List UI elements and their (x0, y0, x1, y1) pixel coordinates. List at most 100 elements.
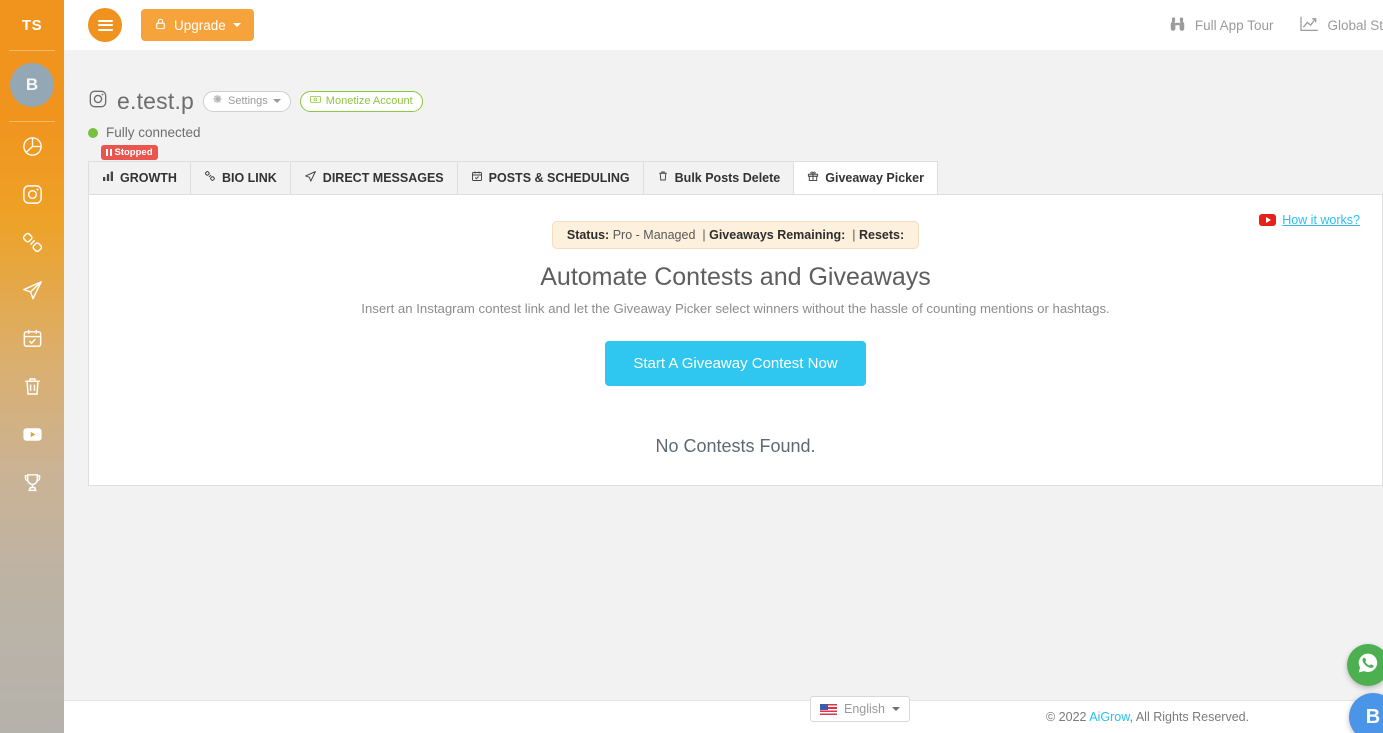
avatar-wrapper[interactable]: B (10, 51, 54, 121)
money-icon (309, 94, 321, 109)
page-title: Automate Contests and Giveaways (540, 263, 931, 291)
copyright-suffix: , All Rights Reserved. (1129, 710, 1250, 724)
resets-key: Resets: (858, 228, 905, 242)
tab-bar: Stopped GROWTH BIO LINK DIRECT MESSAGES … (88, 145, 1383, 194)
line-chart-icon (1299, 16, 1319, 35)
settings-button[interactable]: Settings (203, 90, 291, 113)
paper-plane-icon (21, 279, 44, 302)
empty-state-message: No Contests Found. (655, 436, 816, 456)
sidebar-item-bio-link[interactable] (0, 218, 64, 266)
whatsapp-icon (1356, 651, 1380, 680)
tab-posts-scheduling-label: POSTS & SCHEDULING (488, 170, 630, 185)
tab-bulk-posts-delete-label: Bulk Posts Delete (674, 170, 781, 185)
cta-wrapper: Start A Giveaway Contest Now (89, 341, 1382, 386)
paper-plane-icon (304, 170, 317, 186)
tab-growth[interactable]: Stopped GROWTH (88, 145, 190, 194)
top-bar: Upgrade Full App Tour Global St (64, 0, 1383, 50)
brand-initials: TS (21, 16, 43, 34)
sidebar-item-direct-messages[interactable] (0, 266, 64, 314)
chevron-down-icon (272, 99, 281, 104)
full-app-tour-label: Full App Tour (1194, 17, 1274, 33)
connection-status-label: Fully connected (106, 125, 201, 140)
global-stats-label: Global St (1327, 17, 1383, 33)
calendar-check-icon (471, 170, 483, 185)
link-chain-icon (204, 170, 216, 185)
status-badge-label: Stopped (114, 147, 153, 158)
tab-giveaway-picker-label: Giveaway Picker (825, 170, 924, 185)
avatar[interactable]: B (10, 63, 54, 107)
binoculars-icon (1168, 15, 1187, 36)
footer: English © 2022 AiGrow, All Rights Reserv… (64, 696, 1383, 733)
start-giveaway-contest-button[interactable]: Start A Giveaway Contest Now (605, 341, 866, 386)
upgrade-label: Upgrade (174, 17, 226, 33)
tab-bio-link-label: BIO LINK (221, 170, 277, 185)
lock-icon (154, 17, 167, 34)
link-chain-icon (21, 231, 44, 254)
plan-status-bar: Status: Pro - Managed | Giveaways Remain… (551, 221, 920, 249)
status-separator-2: | (852, 228, 856, 242)
account-header: e.test.p Settings Monetize Account Fully… (64, 50, 1383, 140)
trash-icon (21, 375, 44, 398)
giveaways-remaining-key: Giveaways Remaining: (709, 228, 846, 242)
monetize-label: Monetize Account (325, 94, 413, 107)
tab-growth-label: GROWTH (120, 170, 177, 185)
bar-chart-icon (102, 170, 114, 185)
status-pill-wrapper: Status: Pro - Managed | Giveaways Remain… (89, 221, 1382, 249)
trophy-icon (21, 471, 44, 494)
sidebar-nav (0, 122, 64, 506)
instagram-icon (88, 89, 108, 114)
global-stats-link[interactable]: Global St (1299, 16, 1383, 35)
page-subtitle: Insert an Instagram contest link and let… (361, 301, 1110, 316)
language-label: English (844, 702, 885, 716)
account-title-row: e.test.p Settings Monetize Account (88, 88, 1383, 115)
full-app-tour-link[interactable]: Full App Tour (1168, 15, 1274, 36)
connection-status: Fully connected (88, 125, 1383, 140)
sidebar: TS B (0, 0, 64, 733)
sidebar-item-bulk-delete[interactable] (0, 362, 64, 410)
pause-icon (106, 149, 112, 156)
copyright-prefix: © 2022 (1046, 710, 1087, 724)
gear-icon (213, 94, 223, 109)
status-dot-icon (88, 127, 98, 138)
us-flag-icon (820, 703, 837, 715)
tab-direct-messages[interactable]: DIRECT MESSAGES (289, 161, 457, 194)
hamburger-icon (97, 17, 113, 33)
tab-bio-link[interactable]: BIO LINK (189, 161, 290, 194)
tab-bulk-posts-delete[interactable]: Bulk Posts Delete (642, 161, 794, 194)
status-badge: Stopped (101, 145, 158, 160)
sidebar-item-instagram[interactable] (0, 170, 64, 218)
sidebar-item-giveaway-picker[interactable] (0, 458, 64, 506)
trash-icon (657, 170, 669, 185)
youtube-icon (21, 423, 44, 446)
status-separator-1: | (702, 228, 706, 242)
brand-link[interactable]: AiGrow (1089, 710, 1129, 724)
chevron-down-icon (892, 707, 900, 711)
status-key: Status: (566, 228, 610, 242)
page-body: e.test.p Settings Monetize Account Fully… (64, 50, 1383, 733)
sidebar-item-posts-scheduling[interactable] (0, 314, 64, 362)
gift-icon (807, 170, 819, 185)
chevron-down-icon (232, 23, 241, 27)
instagram-icon (21, 183, 44, 206)
monetize-account-button[interactable]: Monetize Account (299, 90, 423, 113)
whatsapp-button[interactable] (1347, 644, 1383, 686)
language-selector[interactable]: English (810, 696, 910, 722)
giveaway-panel: How it works? Status: Pro - Managed | Gi… (88, 194, 1383, 486)
calendar-check-icon (21, 327, 44, 350)
sidebar-item-analytics[interactable] (0, 122, 64, 170)
tab-direct-messages-label: DIRECT MESSAGES (322, 170, 444, 185)
how-it-works-link[interactable]: How it works? (1259, 213, 1360, 227)
how-it-works-label[interactable]: How it works? (1282, 213, 1360, 227)
upgrade-button[interactable]: Upgrade (141, 9, 254, 41)
settings-label: Settings (228, 94, 268, 107)
pie-chart-icon (21, 135, 44, 158)
app-root: TS B Upgrade Full App Tour Global St e.t… (0, 0, 1383, 733)
youtube-icon (1259, 214, 1277, 226)
tab-posts-scheduling[interactable]: POSTS & SCHEDULING (456, 161, 643, 194)
sidebar-item-youtube[interactable] (0, 410, 64, 458)
copyright: © 2022 AiGrow, All Rights Reserved. (1046, 710, 1249, 724)
tab-giveaway-picker[interactable]: Giveaway Picker (793, 161, 938, 194)
status-value: Pro - Managed (612, 228, 696, 242)
hamburger-menu-button[interactable] (88, 8, 122, 42)
account-username: e.test.p (117, 88, 195, 114)
